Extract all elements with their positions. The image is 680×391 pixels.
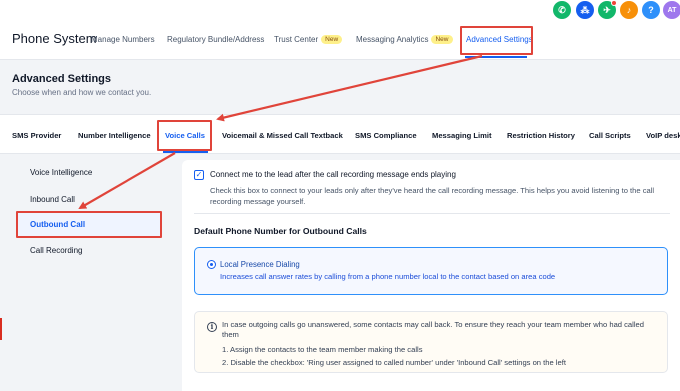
megaphone-icon[interactable]: ✈	[598, 0, 617, 19]
new-badge: New	[431, 35, 453, 44]
option-description: Increases call answer rates by calling f…	[220, 272, 556, 281]
nav-regulatory-bundle[interactable]: Regulatory Bundle/Address	[167, 35, 264, 44]
local-presence-radio[interactable]	[207, 260, 216, 269]
tab-messaging-limit[interactable]: Messaging Limit	[432, 131, 492, 140]
bell-icon[interactable]: ♪	[620, 1, 638, 19]
connect-after-recording-checkbox[interactable]: ✓	[194, 170, 204, 180]
nav-messaging-analytics[interactable]: Messaging Analytics New	[356, 35, 453, 44]
new-badge: New	[321, 35, 343, 44]
nav-label: Manage Numbers	[91, 35, 155, 44]
tab-voip-desk[interactable]: VoIP desk	[646, 131, 680, 140]
checkbox-description: Check this box to connect to your leads …	[210, 186, 655, 206]
tab-restriction-history[interactable]: Restriction History	[507, 131, 575, 140]
nav-trust-center[interactable]: Trust Center New	[274, 35, 343, 44]
divider	[194, 213, 670, 214]
info-step-2: 2. Disable the checkbox: 'Ring user assi…	[222, 358, 566, 367]
sidebar-item-voice-intelligence[interactable]: Voice Intelligence	[30, 168, 92, 177]
section-title: Default Phone Number for Outbound Calls	[194, 226, 367, 236]
info-step-1: 1. Assign the contacts to the team membe…	[222, 345, 423, 354]
avatar[interactable]: AT	[663, 1, 680, 19]
annotation-box-outbound-call	[16, 211, 162, 238]
nav-label: Messaging Analytics	[356, 35, 429, 44]
info-text: In case outgoing calls go unanswered, so…	[222, 320, 644, 339]
sidebar-item-inbound-call[interactable]: Inbound Call	[30, 195, 75, 204]
left-edge-marker	[0, 318, 2, 340]
checkbox-label: Connect me to the lead after the call re…	[210, 170, 456, 179]
help-icon[interactable]: ?	[642, 1, 660, 19]
page-title: Advanced Settings	[12, 73, 112, 85]
info-icon: i	[207, 322, 217, 332]
annotation-box-advanced-settings	[460, 26, 533, 55]
header-nav: Phone System Manage Numbers Regulatory B…	[0, 22, 680, 60]
local-presence-option-card[interactable]	[194, 247, 668, 295]
tab-call-scripts[interactable]: Call Scripts	[589, 131, 631, 140]
annotation-box-voice-calls	[157, 120, 212, 151]
tab-voicemail-missed-call[interactable]: Voicemail & Missed Call Textback	[222, 131, 343, 140]
tab-number-intelligence[interactable]: Number Intelligence	[78, 131, 151, 140]
annotation-arrow-2	[78, 152, 176, 210]
checkmark-icon: ✓	[195, 170, 203, 179]
settings-tabs: SMS Provider Number Intelligence Voice C…	[0, 114, 680, 154]
megaphone-glyph: ✈	[603, 4, 611, 15]
tab-sms-provider[interactable]: SMS Provider	[12, 131, 61, 140]
sidebar-item-call-recording[interactable]: Call Recording	[30, 246, 82, 255]
option-title: Local Presence Dialing	[220, 260, 300, 269]
integrations-icon[interactable]: ⁂	[576, 1, 594, 19]
nav-active-underline	[465, 56, 527, 58]
nav-label: Trust Center	[274, 35, 319, 44]
nav-label: Regulatory Bundle/Address	[167, 35, 265, 44]
tab-sms-compliance[interactable]: SMS Compliance	[355, 131, 417, 140]
app-title: Phone System	[12, 31, 97, 46]
page-subtitle: Choose when and how we contact you.	[12, 88, 152, 97]
nav-manage-numbers[interactable]: Manage Numbers	[91, 35, 155, 44]
top-utility-bar: ✆ ⁂ ✈ ♪ ? AT	[0, 0, 680, 22]
annotation-arrow-1	[216, 54, 483, 122]
phone-icon[interactable]: ✆	[553, 1, 571, 19]
notification-dot	[611, 0, 617, 6]
radio-selected-dot	[210, 263, 213, 266]
tab-active-underline	[163, 151, 208, 153]
